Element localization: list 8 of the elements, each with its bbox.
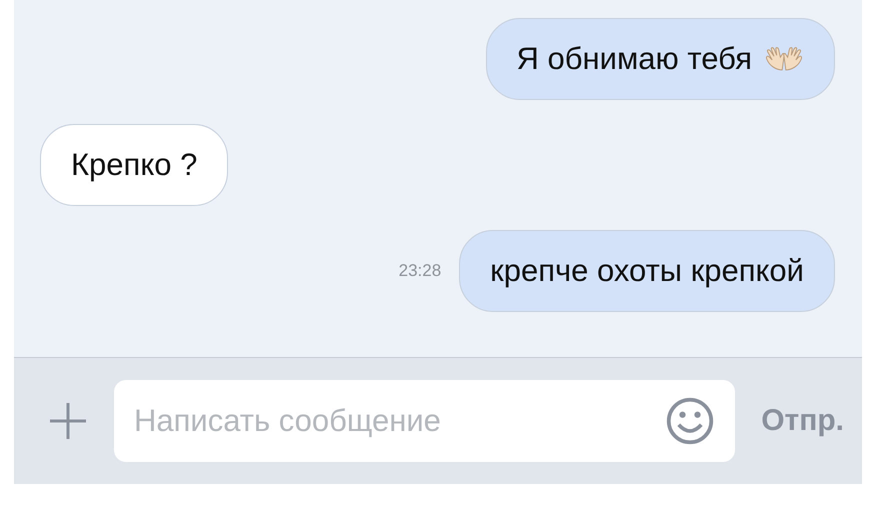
message-time: 23:28 (398, 261, 442, 281)
smiley-icon[interactable] (665, 396, 716, 446)
send-button[interactable]: Отпр. (761, 404, 844, 438)
message-bubble: Я обнимаю тебя (486, 18, 835, 100)
plus-icon[interactable] (48, 401, 88, 441)
message-bubble: Крепко ? (40, 124, 228, 206)
message-bubble: крепче охоты крепкой (459, 230, 835, 312)
message-input[interactable]: Написать сообщение (114, 380, 736, 462)
